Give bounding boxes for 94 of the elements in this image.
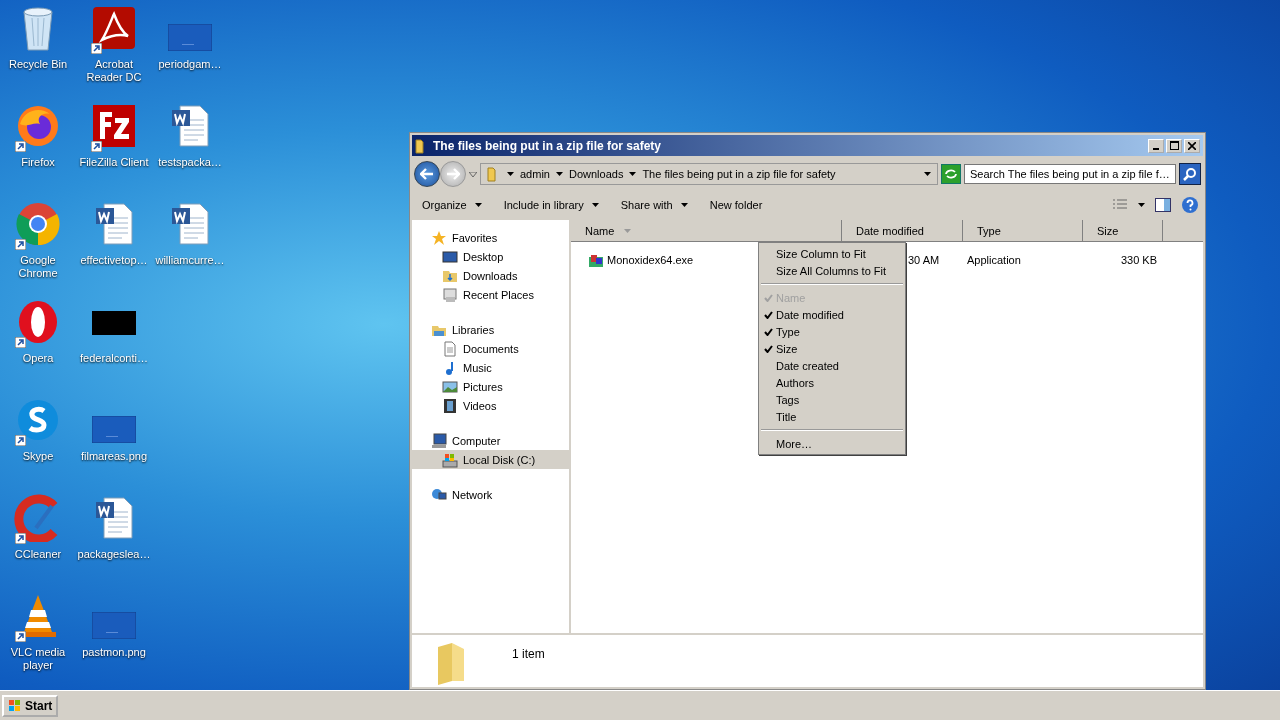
desktop-icon-label[interactable]: CCleaner: [14, 548, 62, 561]
menu-item[interactable]: Size: [759, 340, 905, 357]
navigation-item[interactable]: Desktop: [412, 247, 569, 266]
toolbar-button[interactable]: Organize: [416, 196, 488, 214]
recent-pages-caret-icon[interactable]: [469, 171, 477, 177]
image-file-icon: [168, 24, 212, 51]
caret-icon: [680, 203, 688, 207]
help-icon[interactable]: [1181, 196, 1199, 214]
videos-icon: [442, 397, 458, 414]
windows-logo-icon: [8, 698, 22, 713]
start-button[interactable]: Start: [2, 694, 59, 717]
column-header[interactable]: Type: [963, 220, 1083, 241]
desktop-icon-label[interactable]: packageslea…: [77, 548, 151, 561]
navigation-item[interactable]: Documents: [412, 339, 569, 358]
navigation-item[interactable]: Downloads: [412, 266, 569, 285]
navigation-item[interactable]: Favorites: [412, 228, 569, 247]
menu-item[interactable]: Tags: [759, 391, 905, 408]
table-cell: Application: [967, 254, 1021, 266]
search-button[interactable]: [1179, 163, 1201, 185]
computer-icon: [431, 432, 447, 449]
close-icon: [1188, 141, 1196, 150]
menu-item[interactable]: Size Column to Fit: [759, 245, 905, 262]
minimize-button[interactable]: [1148, 138, 1164, 153]
desktop-icon-label[interactable]: Recycle Bin: [8, 58, 68, 71]
sort-caret-icon: [624, 228, 632, 233]
refresh-icon: [944, 168, 958, 180]
search-field[interactable]: Search The files being put in a zip file f…: [964, 164, 1176, 184]
column-header[interactable]: Date modified: [842, 220, 963, 241]
application-icon: [588, 252, 604, 268]
breadcrumb[interactable]: admin: [520, 168, 550, 180]
item-count: 1 item: [512, 647, 545, 661]
caret-icon: [555, 172, 563, 176]
toolbar-button[interactable]: New folder: [703, 196, 769, 214]
caret-icon: [629, 172, 637, 176]
column-header[interactable]: Name: [571, 220, 842, 241]
close-button[interactable]: [1184, 138, 1200, 153]
table-cell: 30 AM: [908, 254, 940, 266]
caret-icon: [1138, 203, 1145, 207]
menu-item[interactable]: Date created: [759, 357, 905, 374]
table-cell: 330 KB: [1120, 254, 1157, 266]
desktop-icon-label[interactable]: periodgam…: [158, 58, 222, 71]
minimize-icon: [1153, 147, 1159, 150]
caret-icon: [507, 172, 514, 176]
maximize-icon: [1169, 141, 1179, 150]
navigation-item[interactable]: Music: [412, 358, 569, 377]
image-file-icon: [92, 612, 136, 639]
chrome-icon: [14, 200, 62, 248]
caret-icon: [924, 172, 931, 176]
menu-item[interactable]: Date modified: [759, 306, 905, 323]
desktop-icon-label[interactable]: Firefox: [21, 156, 55, 169]
navigation-item[interactable]: Libraries: [412, 320, 569, 339]
desktop-icon-label[interactable]: VLC media player: [0, 646, 76, 672]
pictures-icon: [442, 378, 458, 395]
navigation-item[interactable]: Recent Places: [412, 285, 569, 304]
star-icon: [431, 229, 447, 246]
maximize-button[interactable]: [1166, 138, 1182, 153]
navigation-item[interactable]: Local Disk (C:): [412, 450, 569, 469]
caret-icon: [591, 203, 599, 207]
network-icon: [431, 486, 447, 503]
desktop-icon-label[interactable]: pastmon.png: [82, 646, 146, 659]
disk-icon: [442, 451, 458, 468]
documents-icon: [442, 340, 458, 357]
menu-item[interactable]: Authors: [759, 374, 905, 391]
filezilla-icon: [90, 102, 138, 150]
menu-item[interactable]: Title: [759, 408, 905, 425]
menu-item[interactable]: More…: [759, 435, 905, 452]
preview-pane-icon[interactable]: [1155, 197, 1171, 213]
menu-item[interactable]: Size All Columns to Fit: [759, 262, 905, 279]
file-name[interactable]: Monoxidex64.exe: [607, 254, 694, 266]
navigation-item[interactable]: Pictures: [412, 377, 569, 396]
toolbar-button[interactable]: Share with: [614, 196, 694, 214]
back-arrow-icon: [420, 168, 434, 180]
desktop-icon-label[interactable]: Acrobat Reader DC: [76, 58, 152, 84]
back-button[interactable]: [414, 161, 440, 187]
search-icon: [1183, 167, 1197, 181]
desktop-icon-label[interactable]: Skype: [22, 450, 54, 463]
breadcrumb[interactable]: The files being put in a zip file for safety: [642, 168, 836, 180]
navigation-item[interactable]: Network: [412, 485, 569, 504]
address-bar[interactable]: admin Downloads The files being put in a zip file for safety: [480, 163, 938, 185]
recent-icon: [442, 286, 458, 303]
refresh-button[interactable]: [941, 164, 961, 184]
column-header[interactable]: Size: [1083, 220, 1163, 241]
navigation-item[interactable]: Computer: [412, 431, 569, 450]
forward-arrow-icon: [446, 168, 460, 180]
toolbar-button[interactable]: Include in library: [497, 196, 605, 214]
window-title: The files being put in a zip file for safety: [433, 138, 662, 153]
desktop-icon-label[interactable]: FileZilla Client: [79, 156, 149, 169]
navigation-item[interactable]: Videos: [412, 396, 569, 415]
menu-item[interactable]: Type: [759, 323, 905, 340]
breadcrumb[interactable]: Downloads: [568, 168, 624, 180]
desktop-icon: [442, 248, 458, 265]
caret-icon: [474, 203, 482, 207]
acrobat-icon: [90, 4, 138, 52]
image-file-icon: [92, 416, 136, 443]
